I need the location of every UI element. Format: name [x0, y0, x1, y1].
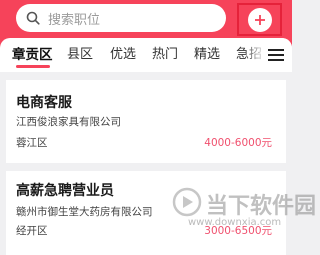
active-tab-indicator	[16, 65, 50, 68]
job-salary: 4000-6000元	[204, 137, 272, 149]
add-button-circle	[247, 7, 272, 32]
add-button[interactable]	[237, 3, 282, 36]
tab-hot[interactable]: 热门	[152, 43, 178, 62]
company-name: 江西俊浪家具有限公司	[16, 116, 121, 128]
search-icon	[26, 11, 40, 25]
search-input[interactable]: 搜索职位	[16, 4, 226, 32]
menu-icon[interactable]	[268, 48, 284, 62]
watermark-logo-icon	[172, 187, 202, 217]
tab-bar: 章贡区 县区 优选 热门 精选 急招	[0, 38, 292, 72]
job-title: 高薪急聘营业员	[16, 183, 114, 199]
tab-preferred[interactable]: 优选	[110, 43, 136, 62]
tab-county[interactable]: 县区	[67, 43, 93, 62]
watermark-text: 当下软件园	[206, 194, 317, 219]
search-placeholder: 搜索职位	[48, 12, 101, 28]
job-district: 经开区	[16, 225, 48, 237]
watermark-url: www.downxia.com	[188, 217, 282, 228]
tab-zhanggong[interactable]: 章贡区	[12, 43, 53, 63]
job-district: 蓉江区	[16, 137, 48, 149]
job-title: 电商客服	[16, 95, 72, 111]
tab-featured[interactable]: 精选	[194, 43, 220, 62]
job-card[interactable]: 电商客服 江西俊浪家具有限公司 蓉江区 4000-6000元	[6, 80, 286, 163]
company-name: 赣州市御生堂大药房有限公司	[16, 206, 153, 218]
plus-icon	[254, 14, 265, 25]
